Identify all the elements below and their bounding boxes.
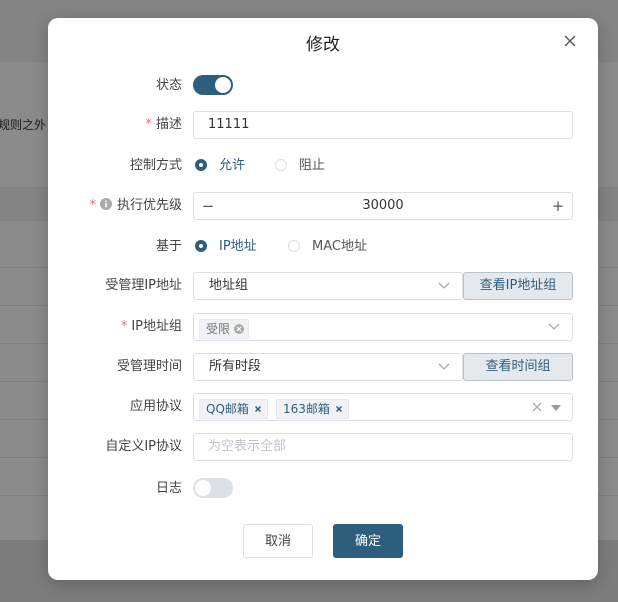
radio-dot — [195, 159, 207, 171]
ip-group-row: * IP地址组 受限 — [48, 313, 598, 341]
required-mark: * — [89, 198, 96, 213]
radio-ip-label: IP地址 — [219, 239, 257, 254]
radio-dot — [288, 240, 300, 252]
decrement-button[interactable]: − — [194, 193, 222, 219]
cancel-button[interactable]: 取消 — [243, 524, 313, 558]
app-protocol-tag: 163邮箱 — [276, 399, 349, 419]
app-protocol-label: 应用协议 — [129, 399, 182, 414]
status-label: 状态 — [155, 78, 182, 93]
status-switch[interactable] — [193, 75, 233, 95]
dialog-title: 修改 — [306, 35, 340, 55]
priority-value[interactable]: 30000 — [222, 193, 544, 219]
edit-dialog: 修改 状态 * 描述 11111 控制方式 允许 阻止 * 执行优先级 − 30… — [48, 18, 598, 580]
tag-remove-icon[interactable] — [234, 324, 245, 334]
based-on-row: 基于 IP地址 MAC地址 — [48, 233, 598, 261]
description-row: * 描述 11111 — [48, 111, 598, 139]
tag-label: 受限 — [206, 322, 231, 336]
custom-ip-protocol-input[interactable] — [193, 433, 573, 461]
required-mark: * — [145, 117, 152, 132]
switch-knob — [195, 480, 211, 496]
managed-ip-value: 地址组 — [209, 278, 249, 293]
managed-time-select[interactable]: 所有时段 — [193, 353, 463, 381]
custom-ip-protocol-row: 自定义IP协议 — [48, 433, 598, 461]
log-row: 日志 — [48, 475, 598, 503]
tag-label: QQ邮箱 — [206, 402, 249, 416]
control-mode-row: 控制方式 允许 阻止 — [48, 152, 598, 180]
tag-remove-icon[interactable] — [334, 404, 344, 414]
control-mode-label: 控制方式 — [129, 158, 182, 173]
caret-down-icon[interactable] — [551, 405, 561, 411]
radio-dot — [195, 240, 207, 252]
based-on-label: 基于 — [155, 239, 182, 254]
app-protocol-select[interactable]: QQ邮箱 163邮箱 — [193, 393, 573, 421]
priority-label: * 执行优先级 — [89, 198, 182, 213]
view-time-group-button[interactable]: 查看时间组 — [463, 353, 573, 381]
managed-time-row: 受管理时间 所有时段 查看时间组 — [48, 353, 598, 381]
managed-ip-label: 受管理IP地址 — [105, 278, 182, 293]
close-icon[interactable] — [562, 33, 578, 49]
switch-knob — [215, 77, 231, 93]
chevron-down-icon — [438, 363, 450, 370]
radio-block-label: 阻止 — [299, 158, 326, 173]
dialog-footer: 取消 确定 — [48, 524, 598, 560]
status-row: 状态 — [48, 72, 598, 100]
app-protocol-row: 应用协议 QQ邮箱 163邮箱 — [48, 393, 598, 421]
tag-remove-icon[interactable] — [253, 404, 263, 414]
radio-allow-label: 允许 — [219, 158, 246, 173]
priority-row: * 执行优先级 − 30000 + — [48, 192, 598, 220]
ip-group-select[interactable]: 受限 — [193, 313, 573, 341]
managed-time-label: 受管理时间 — [116, 359, 182, 374]
increment-button[interactable]: + — [544, 193, 572, 219]
custom-ip-protocol-label: 自定义IP协议 — [105, 439, 182, 454]
description-input[interactable]: 11111 — [193, 111, 573, 139]
radio-dot — [275, 159, 287, 171]
priority-stepper[interactable]: − 30000 + — [193, 192, 573, 220]
radio-mac-label: MAC地址 — [312, 239, 367, 254]
info-icon[interactable] — [99, 198, 112, 210]
app-protocol-tag: QQ邮箱 — [199, 399, 268, 419]
ip-group-tag: 受限 — [199, 319, 250, 339]
required-mark: * — [120, 319, 128, 334]
confirm-button[interactable]: 确定 — [333, 524, 403, 558]
clear-icon[interactable] — [532, 402, 542, 412]
managed-ip-row: 受管理IP地址 地址组 查看IP地址组 — [48, 272, 598, 300]
chevron-down-icon — [438, 282, 450, 289]
managed-time-value: 所有时段 — [209, 359, 262, 374]
log-label: 日志 — [155, 481, 182, 496]
chevron-down-icon — [548, 323, 560, 330]
view-ip-group-button[interactable]: 查看IP地址组 — [463, 272, 573, 300]
log-switch[interactable] — [193, 478, 233, 498]
managed-ip-select[interactable]: 地址组 — [193, 272, 463, 300]
ip-group-label: * IP地址组 — [120, 319, 182, 334]
description-label: * 描述 — [145, 117, 182, 132]
tag-label: 163邮箱 — [283, 402, 330, 416]
